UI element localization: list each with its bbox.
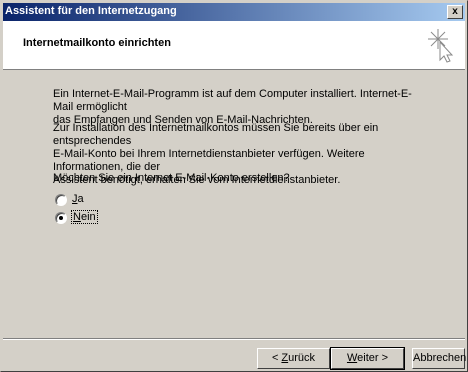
wizard-window: Assistent für den Internetzugang x Inter… xyxy=(0,0,468,372)
wizard-sparkle-cursor-icon xyxy=(428,29,454,63)
radio-selected-dot xyxy=(59,216,63,220)
wizard-header: Internetmailkonto einrichten xyxy=(3,21,465,70)
radio-no-label[interactable]: Nein xyxy=(71,210,98,224)
radio-yes-label[interactable]: Ja xyxy=(72,193,84,205)
question-text: Möchten Sie ein Internet E-Mail-Konto er… xyxy=(53,172,290,184)
bottom-separator xyxy=(3,338,465,340)
info-line: Zur Installation des Internetmailkontos … xyxy=(53,122,379,147)
intro-line: Ein Internet-E-Mail-Programm ist auf dem… xyxy=(53,88,412,113)
back-button[interactable]: < Zurück xyxy=(257,348,330,369)
window-title: Assistent für den Internetzugang xyxy=(5,5,177,17)
close-button[interactable]: x xyxy=(447,5,463,19)
cancel-button[interactable]: Abbrechen xyxy=(412,348,466,369)
radio-yes-circle[interactable] xyxy=(55,194,67,206)
title-bar[interactable]: Assistent für den Internetzugang x xyxy=(3,3,465,21)
radio-no-circle[interactable] xyxy=(55,212,67,224)
info-line: E-Mail-Konto bei Ihrem Internetdienstanb… xyxy=(53,148,365,173)
next-button[interactable]: Weiter > xyxy=(330,347,405,370)
page-title: Internetmailkonto einrichten xyxy=(23,37,171,49)
close-icon: x xyxy=(452,6,458,17)
